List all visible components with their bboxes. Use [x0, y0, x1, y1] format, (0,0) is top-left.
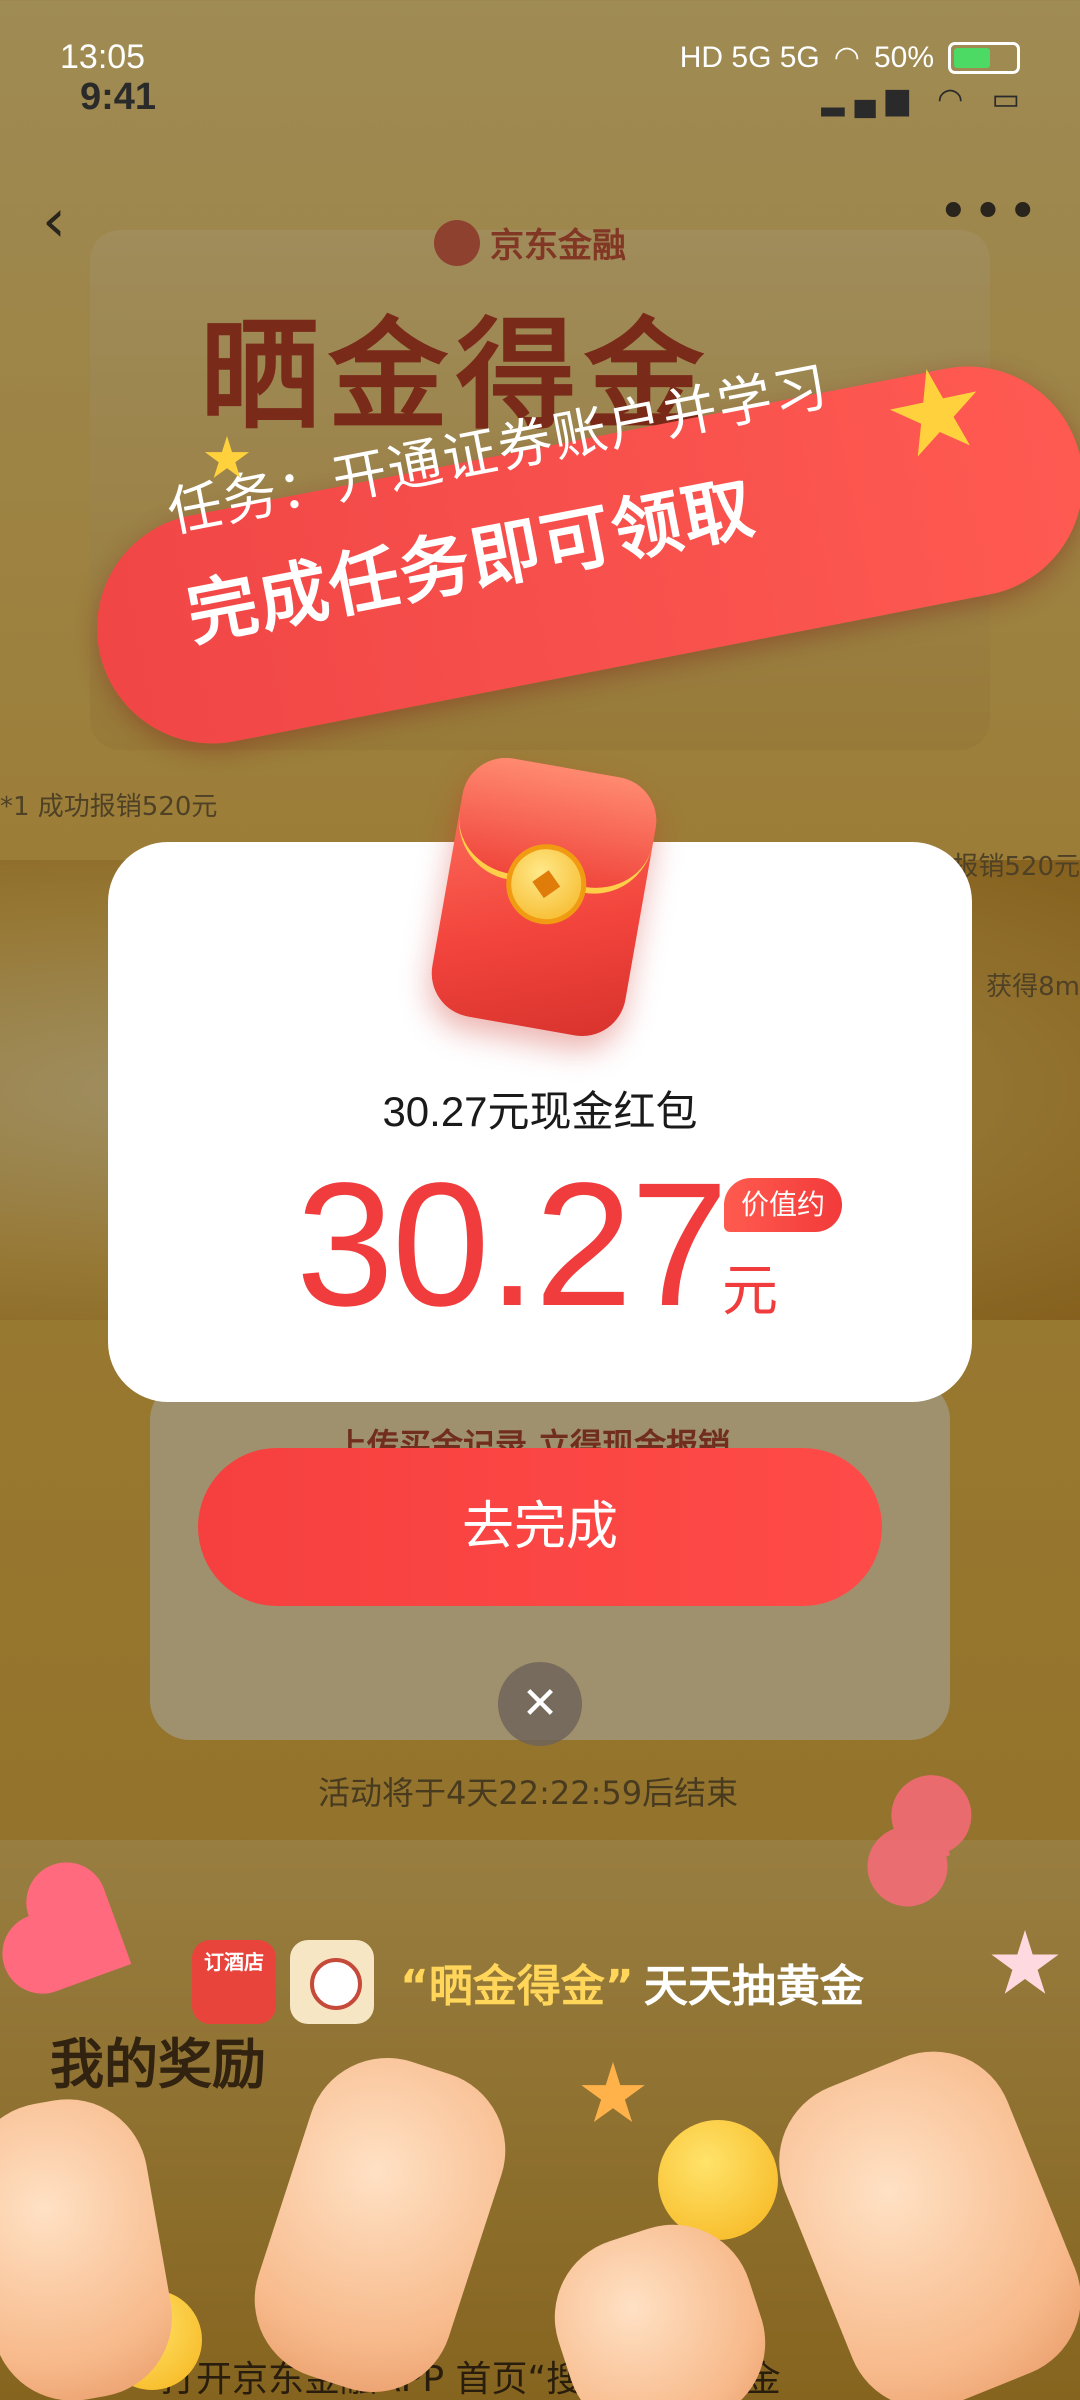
battery-icon [948, 41, 1020, 74]
reward-amount: 30.27 [296, 1147, 728, 1343]
wifi-icon: ◠ [833, 41, 860, 74]
close-icon[interactable]: ✕ [498, 1662, 582, 1746]
promo-text: 天天抽黄金 [643, 1961, 864, 2012]
promo-banner[interactable]: 订酒店 “晒金得金” 天天抽黄金 [192, 1940, 864, 2024]
go-complete-button[interactable]: 去完成 [198, 1448, 882, 1606]
promo-quote: “晒金得金” [400, 1961, 634, 2012]
jd-mascot-icon [290, 1940, 374, 2024]
amount-unit: 元 [722, 1259, 778, 1324]
battery-percent: 50% [873, 40, 934, 74]
reward-title: 30.27元现金红包 [382, 1088, 698, 1135]
status-time: 13:05 [60, 38, 146, 76]
status-time-secondary: 9:41 [80, 76, 157, 118]
hotel-app-icon: 订酒店 [192, 1940, 276, 2024]
laughing-emoji-icon [658, 2120, 778, 2240]
network-indicator: HD 5G 5G [679, 40, 820, 74]
status-icons: HD 5G 5G ◠ 50% [680, 40, 1020, 75]
heart-icon [893, 1813, 951, 1871]
status-bar: 13:05 9:41 HD 5G 5G ◠ 50% ▂▄▆ ◠ ▭ [0, 0, 1080, 118]
value-badge: 价值约 [724, 1178, 842, 1232]
signal-icons: ▂▄▆ ◠ ▭ [821, 83, 1030, 116]
